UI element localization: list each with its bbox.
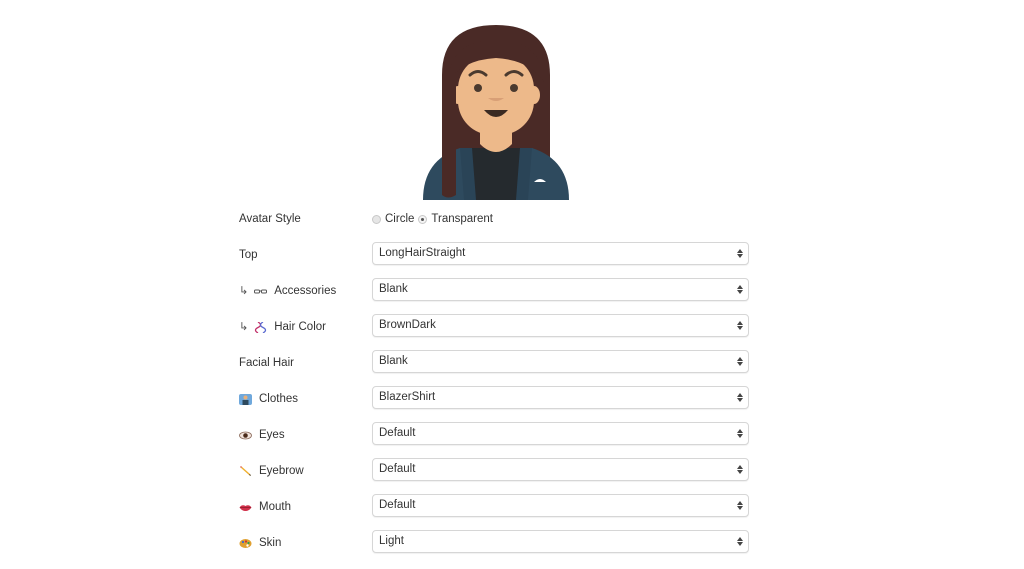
select-arrows-icon xyxy=(737,320,743,331)
skin-label: Skin xyxy=(239,536,281,550)
eyes-select[interactable]: Default xyxy=(372,422,749,445)
top-select[interactable]: LongHairStraight xyxy=(372,242,749,265)
accessories-label: ↳ Accessories xyxy=(239,285,337,297)
shirt xyxy=(470,148,522,200)
select-arrows-icon xyxy=(737,500,743,511)
select-arrows-icon xyxy=(737,248,743,259)
facial-hair-row: Facial Hair Blank xyxy=(239,350,759,382)
clothes-label: Clothes xyxy=(239,392,298,406)
eyebrow-select[interactable]: Default xyxy=(372,458,749,481)
facial-hair-label: Facial Hair xyxy=(239,357,294,369)
face xyxy=(458,55,534,135)
eyebrow-row: Eyebrow Default xyxy=(239,458,759,490)
facial-hair-select[interactable]: Blank xyxy=(372,350,749,373)
sub-arrow-icon: ↳ xyxy=(239,321,249,333)
lips-icon xyxy=(239,502,252,513)
top-row: Top LongHairStraight xyxy=(239,242,759,274)
skin-select[interactable]: Light xyxy=(372,530,749,553)
clothes-row: Clothes BlazerShirt xyxy=(239,386,759,418)
skin-row: Skin Light xyxy=(239,530,759,562)
mouth-row: Mouth Default xyxy=(239,494,759,526)
select-arrows-icon xyxy=(737,536,743,547)
dna-icon xyxy=(254,320,267,334)
accessories-row: ↳ Accessories Blank xyxy=(239,278,759,310)
radio-circle-label[interactable]: Circle xyxy=(385,212,414,226)
avatar-style-radio-group: Circle Transparent xyxy=(372,212,497,226)
select-arrows-icon xyxy=(737,392,743,403)
radio-transparent[interactable] xyxy=(418,214,428,224)
select-arrows-icon xyxy=(737,284,743,295)
eyes-row: Eyes Default xyxy=(239,422,759,454)
eyes-label: Eyes xyxy=(239,428,285,442)
eye-left xyxy=(474,84,482,92)
avatar-style-label: Avatar Style xyxy=(239,213,301,225)
mouth-select[interactable]: Default xyxy=(372,494,749,517)
avatar-preview xyxy=(420,20,572,200)
pencil-icon xyxy=(239,465,252,477)
shirt-person-icon xyxy=(239,393,252,405)
glasses-icon xyxy=(254,286,268,297)
eyebrow-label: Eyebrow xyxy=(239,464,304,478)
mouth-label: Mouth xyxy=(239,500,291,514)
hair-color-select[interactable]: BrownDark xyxy=(372,314,749,337)
sub-arrow-icon: ↳ xyxy=(239,285,249,297)
top-label: Top xyxy=(239,249,258,261)
radio-circle[interactable] xyxy=(372,214,381,224)
avatar-style-row: Avatar Style Circle Transparent xyxy=(239,212,759,238)
accessories-select[interactable]: Blank xyxy=(372,278,749,301)
eye-icon xyxy=(239,430,252,441)
select-arrows-icon xyxy=(737,428,743,439)
avatar-illustration xyxy=(423,25,569,200)
select-arrows-icon xyxy=(737,464,743,475)
hair-color-label: ↳ Hair Color xyxy=(239,320,326,334)
clothes-select[interactable]: BlazerShirt xyxy=(372,386,749,409)
hair-color-row: ↳ Hair Color BrownDark xyxy=(239,314,759,346)
hair-strand xyxy=(442,75,456,198)
palette-icon xyxy=(239,538,252,549)
eye-right xyxy=(510,84,518,92)
radio-transparent-label[interactable]: Transparent xyxy=(431,212,493,226)
select-arrows-icon xyxy=(737,356,743,367)
